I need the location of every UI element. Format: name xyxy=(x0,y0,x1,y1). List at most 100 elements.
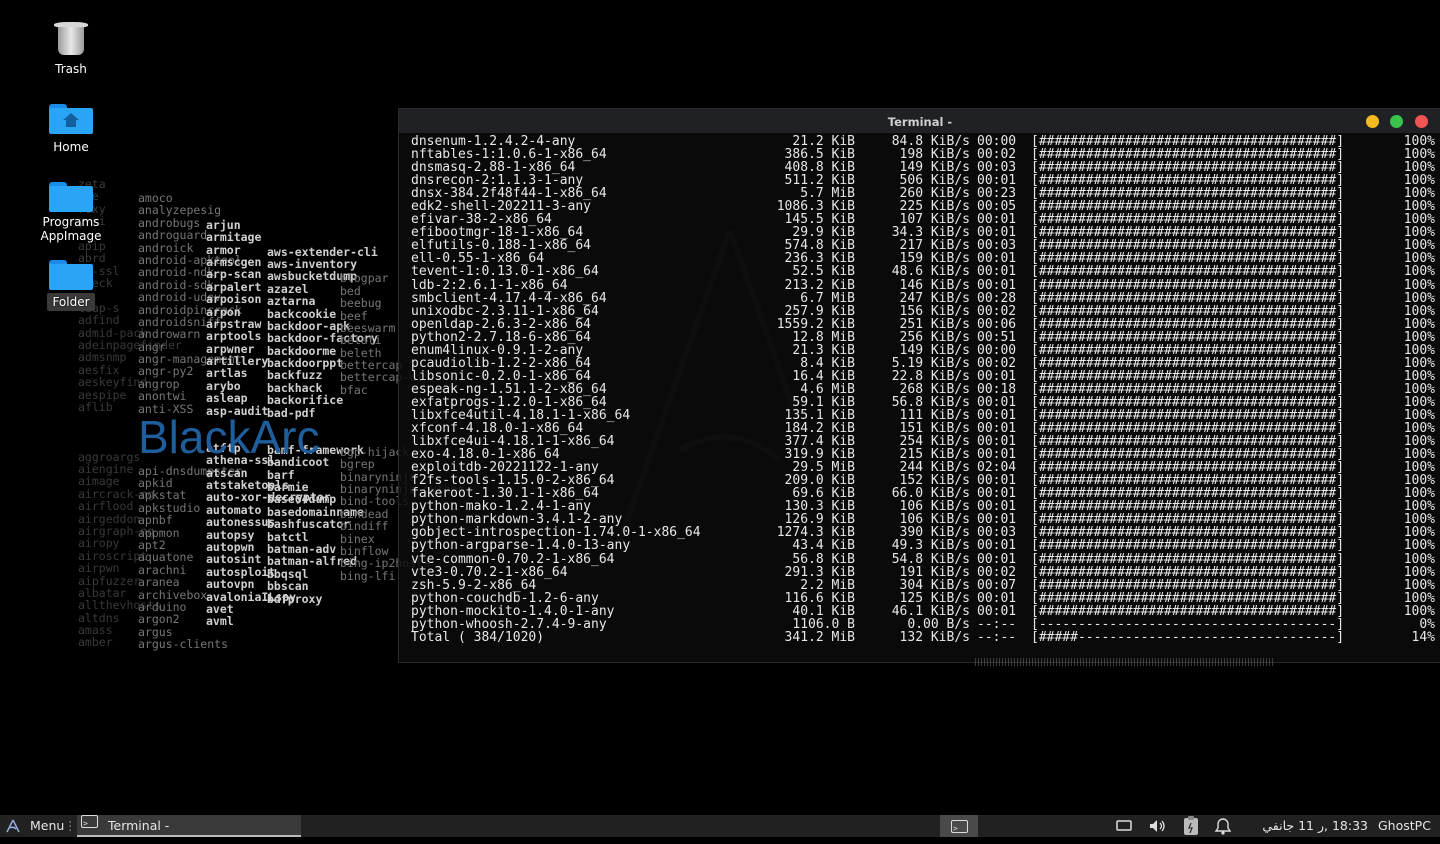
maximize-button[interactable] xyxy=(1390,115,1403,128)
terminal-pct: 100% xyxy=(1403,577,1435,593)
wallpaper-tool-name: avml xyxy=(206,614,234,629)
terminal-name: smbclient-4.17.4-4-x86_64 xyxy=(411,290,607,306)
terminal-pct: 0% xyxy=(1419,616,1435,632)
terminal-line: pcaudiolib-1.2-2-x86_64 8.4 KiB 5.19 KiB/s… xyxy=(411,357,1435,370)
desktop-icon-programs-appimage[interactable]: Programs AppImage xyxy=(26,182,116,243)
terminal-time: 00:02 xyxy=(977,303,1017,319)
terminal-line: ldb-2:2.6.1-1-x86_64 213.2 KiB 146 KiB/s 00… xyxy=(411,277,1435,293)
terminal-pct: 14% xyxy=(1411,629,1435,645)
terminal-rate: 49.3 KiB/s xyxy=(891,538,970,554)
wallpaper-barcode-decoration xyxy=(975,658,1275,666)
menu-button[interactable]: Menu ⋮ xyxy=(0,815,77,837)
terminal-line: openldap-2.6.3-2-x86_64 1559.2 KiB 251 KiB… xyxy=(411,318,1435,331)
terminal-bar: [######################################] xyxy=(1031,368,1345,384)
terminal-name: pcaudiolib-1.2-2-x86_64 xyxy=(411,355,592,371)
terminal-time: --:-- xyxy=(977,616,1017,632)
terminal-line: espeak-ng-1.51.1-2-x86_64 4.6 MiB 268 KiB/… xyxy=(411,383,1435,396)
terminal-size: 1559.2 KiB xyxy=(776,316,855,332)
terminal-time: 00:00 xyxy=(977,342,1017,358)
terminal-window[interactable]: Terminal - dnsenum-1.2.4.2-4-any 21.2 KiB… xyxy=(398,108,1440,663)
desktop-icon-home[interactable]: Home xyxy=(26,104,116,154)
terminal-pct: 100% xyxy=(1403,538,1435,554)
terminal-size: 16.4 KiB xyxy=(792,368,855,384)
terminal-size: 40.1 KiB xyxy=(792,603,855,619)
terminal-line: python-mockito-1.4.0-1-any 40.1 KiB 46.1 K… xyxy=(411,605,1435,618)
terminal-bar: [######################################] xyxy=(1031,329,1345,345)
terminal-titlebar[interactable]: Terminal - xyxy=(399,109,1440,133)
terminal-size: 52.5 KiB xyxy=(792,264,855,280)
taskbar-window-terminal[interactable]: Terminal - xyxy=(77,813,301,837)
clock[interactable]: 18:33 ,ر 11 جانفي xyxy=(1250,815,1368,837)
terminal-size: 8.4 KiB xyxy=(800,355,855,371)
terminal-bar: [######################################] xyxy=(1031,277,1345,293)
terminal-bar: [######################################] xyxy=(1031,551,1345,567)
terminal-rate: 268 KiB/s xyxy=(899,381,970,397)
terminal-size: 21.3 KiB xyxy=(792,342,855,358)
menu-label: Menu xyxy=(30,818,65,833)
minimize-button[interactable] xyxy=(1366,115,1379,128)
terminal-line: python-argparse-1.4.0-13-any 43.4 KiB 49.3… xyxy=(411,539,1435,552)
wallpaper-tool-name: bdfproxy xyxy=(267,591,323,606)
terminal-line: zsh-5.9-2-x86_64 2.2 MiB 304 KiB/s 00:07 [##… xyxy=(411,579,1435,592)
terminal-bar: [######################################] xyxy=(1031,303,1345,319)
terminal-name: ldb-2:2.6.1-1-x86_64 xyxy=(411,277,568,293)
terminal-line: python-couchdb-1.2-6-any 116.6 KiB 125 KiB… xyxy=(411,592,1435,605)
terminal-time: 00:01 xyxy=(977,551,1017,567)
terminal-time: 00:01 xyxy=(977,590,1017,606)
terminal-time: 00:51 xyxy=(977,329,1017,345)
terminal-size: 1106.0 B xyxy=(792,616,855,632)
desktop-icon-label: Folder xyxy=(47,293,95,311)
terminal-size: 116.6 KiB xyxy=(784,590,855,606)
terminal-size: 6.7 MiB xyxy=(800,290,855,306)
terminal-time: 00:06 xyxy=(977,316,1017,332)
desktop-icon-folder[interactable]: Folder xyxy=(26,260,116,311)
terminal-name: enum4linux-0.9.1-2-any xyxy=(411,342,584,358)
desktop-icon-label: Programs AppImage xyxy=(40,215,102,243)
taskbar-window-label: Terminal - xyxy=(108,818,170,833)
window-title: Terminal - xyxy=(887,115,953,129)
terminal-time: 00:02 xyxy=(977,355,1017,371)
clipboard-icon[interactable] xyxy=(1182,815,1200,837)
terminal-pct: 100% xyxy=(1403,368,1435,384)
terminal-pct: 100% xyxy=(1403,603,1435,619)
taskbar-terminal-launcher[interactable] xyxy=(940,815,978,840)
terminal-bar: [######################################] xyxy=(1031,264,1345,280)
terminal-time: 00:07 xyxy=(977,577,1017,593)
terminal-name: python-whoosh-2.7.4-9-any xyxy=(411,616,607,632)
terminal-bar: [--------------------------------------] xyxy=(1031,616,1345,632)
terminal-line: enum4linux-0.9.1-2-any 21.3 KiB 149 KiB/s 0… xyxy=(411,344,1435,357)
terminal-line: vte-common-0.70.2-1-x86_64 56.8 KiB 54.8 K… xyxy=(411,551,1435,567)
terminal-time: --:-- xyxy=(977,629,1017,645)
desktop-icon-trash[interactable]: Trash xyxy=(26,22,116,76)
terminal-line: libsonic-0.2.0-1-x86_64 16.4 KiB 22.8 KiB/… xyxy=(411,370,1435,383)
terminal-pct: 100% xyxy=(1403,381,1435,397)
terminal-rate: 132 KiB/s xyxy=(899,629,970,645)
terminal-rate: 156 KiB/s xyxy=(899,303,970,319)
display-icon[interactable] xyxy=(1116,815,1134,837)
terminal-bar: [######################################] xyxy=(1031,290,1345,306)
volume-icon[interactable] xyxy=(1148,815,1170,837)
terminal-rate: 22.8 KiB/s xyxy=(891,368,970,384)
terminal-name: espeak-ng-1.51.1-2-x86_64 xyxy=(411,381,607,397)
close-button[interactable] xyxy=(1415,115,1428,128)
terminal-size: 291.3 KiB xyxy=(784,564,855,580)
terminal-size: 12.8 MiB xyxy=(792,329,855,345)
terminal-rate: 5.19 KiB/s xyxy=(891,355,970,371)
terminal-name: vte3-0.70.2-1-x86_64 xyxy=(411,564,568,580)
terminal-name: Total ( 384/1020) xyxy=(411,629,545,645)
terminal-name: libsonic-0.2.0-1-x86_64 xyxy=(411,368,592,384)
terminal-pct: 100% xyxy=(1403,277,1435,293)
terminal-time: 00:18 xyxy=(977,381,1017,397)
terminal-name: tevent-1:0.13.0-1-x86_64 xyxy=(411,264,599,280)
terminal-pct: 100% xyxy=(1403,551,1435,567)
menu-grip-icon: ⋮ xyxy=(64,818,77,833)
terminal-line: python-whoosh-2.7.4-9-any 1106.0 B 0.00 B/… xyxy=(411,618,1435,631)
terminal-output[interactable]: dnsenum-1.2.4.2-4-any 21.2 KiB 84.8 KiB/s 0… xyxy=(399,133,1440,644)
notification-bell-icon[interactable] xyxy=(1212,815,1234,837)
terminal-bar: [######################################] xyxy=(1031,381,1345,397)
terminal-line: smbclient-4.17.4-4-x86_64 6.7 MiB 247 KiB/… xyxy=(411,292,1435,305)
terminal-name: python2-2.7.18-6-x86_64 xyxy=(411,329,592,345)
terminal-pct: 100% xyxy=(1403,355,1435,371)
terminal-time: 00:01 xyxy=(977,603,1017,619)
terminal-name: vte-common-0.70.2-1-x86_64 xyxy=(411,551,615,567)
